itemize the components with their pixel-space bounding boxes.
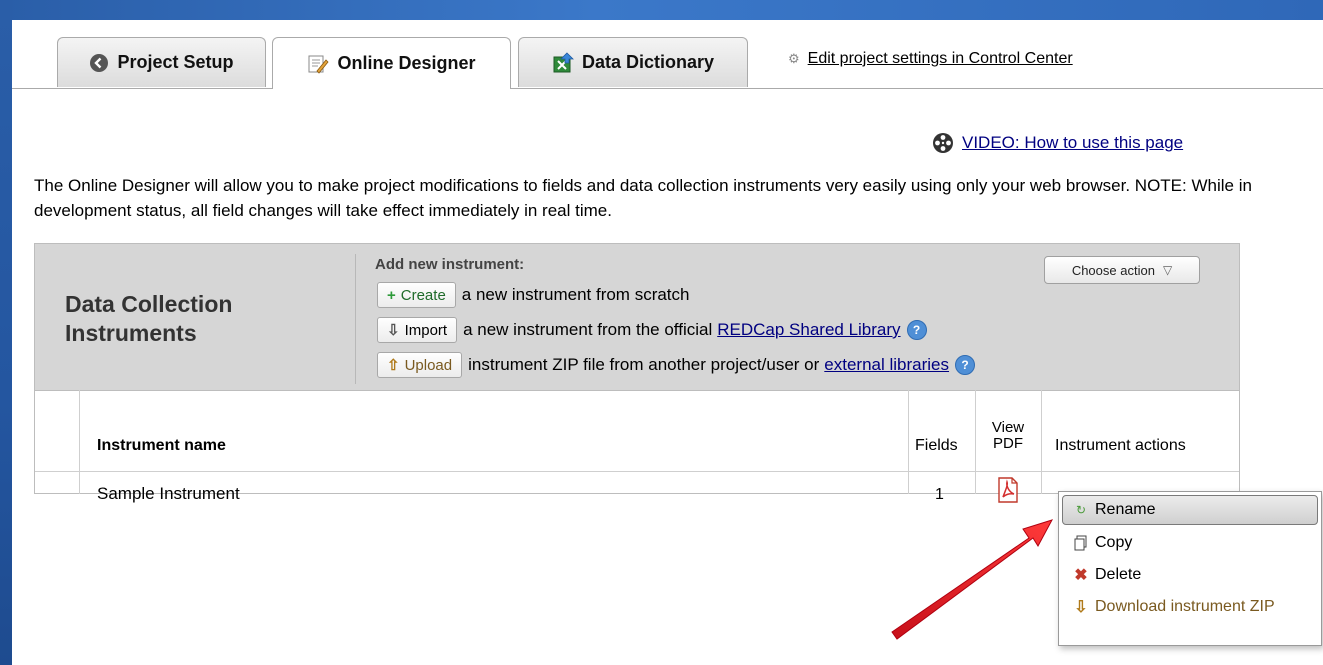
annotation-arrow-icon: [891, 519, 1054, 640]
window-frame-top: [0, 0, 1323, 20]
page: Project Setup Online Designer Data Dicti…: [12, 20, 1323, 665]
window-frame-left: [0, 0, 12, 665]
